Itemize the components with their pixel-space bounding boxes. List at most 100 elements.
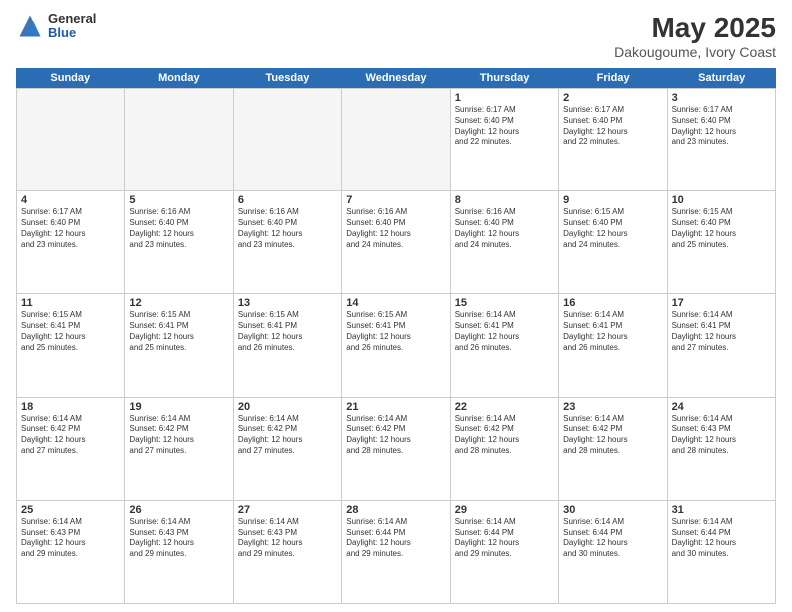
day-number: 6 <box>238 194 337 206</box>
calendar-cell: 24Sunrise: 6:14 AMSunset: 6:43 PMDayligh… <box>668 398 776 501</box>
calendar-cell <box>125 88 233 191</box>
calendar-cell: 31Sunrise: 6:14 AMSunset: 6:44 PMDayligh… <box>668 501 776 604</box>
cell-info: Sunrise: 6:14 AMSunset: 6:43 PMDaylight:… <box>672 414 771 457</box>
main-title: May 2025 <box>614 12 776 44</box>
day-number: 25 <box>21 504 120 516</box>
cell-info: Sunrise: 6:14 AMSunset: 6:44 PMDaylight:… <box>563 517 662 560</box>
calendar-cell: 27Sunrise: 6:14 AMSunset: 6:43 PMDayligh… <box>234 501 342 604</box>
calendar-cell: 19Sunrise: 6:14 AMSunset: 6:42 PMDayligh… <box>125 398 233 501</box>
calendar: SundayMondayTuesdayWednesdayThursdayFrid… <box>16 68 776 604</box>
logo-blue: Blue <box>48 26 96 40</box>
cell-info: Sunrise: 6:14 AMSunset: 6:43 PMDaylight:… <box>21 517 120 560</box>
calendar-cell: 3Sunrise: 6:17 AMSunset: 6:40 PMDaylight… <box>668 88 776 191</box>
calendar-cell: 23Sunrise: 6:14 AMSunset: 6:42 PMDayligh… <box>559 398 667 501</box>
cell-info: Sunrise: 6:14 AMSunset: 6:41 PMDaylight:… <box>672 310 771 353</box>
day-number: 21 <box>346 401 445 413</box>
day-number: 4 <box>21 194 120 206</box>
calendar-week-row: 1Sunrise: 6:17 AMSunset: 6:40 PMDaylight… <box>16 88 776 191</box>
day-number: 24 <box>672 401 771 413</box>
logo-icon <box>16 12 44 40</box>
day-number: 12 <box>129 297 228 309</box>
calendar-cell: 18Sunrise: 6:14 AMSunset: 6:42 PMDayligh… <box>17 398 125 501</box>
cell-info: Sunrise: 6:15 AMSunset: 6:41 PMDaylight:… <box>346 310 445 353</box>
cell-info: Sunrise: 6:16 AMSunset: 6:40 PMDaylight:… <box>129 207 228 250</box>
day-header: Thursday <box>450 68 559 88</box>
day-number: 20 <box>238 401 337 413</box>
day-number: 9 <box>563 194 662 206</box>
calendar-week-row: 18Sunrise: 6:14 AMSunset: 6:42 PMDayligh… <box>16 398 776 501</box>
cell-info: Sunrise: 6:16 AMSunset: 6:40 PMDaylight:… <box>346 207 445 250</box>
cell-info: Sunrise: 6:14 AMSunset: 6:42 PMDaylight:… <box>455 414 554 457</box>
calendar-cell: 21Sunrise: 6:14 AMSunset: 6:42 PMDayligh… <box>342 398 450 501</box>
cell-info: Sunrise: 6:14 AMSunset: 6:41 PMDaylight:… <box>563 310 662 353</box>
calendar-cell: 26Sunrise: 6:14 AMSunset: 6:43 PMDayligh… <box>125 501 233 604</box>
calendar-cell: 8Sunrise: 6:16 AMSunset: 6:40 PMDaylight… <box>451 191 559 294</box>
calendar-cell: 10Sunrise: 6:15 AMSunset: 6:40 PMDayligh… <box>668 191 776 294</box>
day-number: 1 <box>455 92 554 104</box>
cell-info: Sunrise: 6:17 AMSunset: 6:40 PMDaylight:… <box>563 105 662 148</box>
day-header: Tuesday <box>233 68 342 88</box>
calendar-cell: 13Sunrise: 6:15 AMSunset: 6:41 PMDayligh… <box>234 294 342 397</box>
day-number: 31 <box>672 504 771 516</box>
logo: General Blue <box>16 12 96 41</box>
cell-info: Sunrise: 6:17 AMSunset: 6:40 PMDaylight:… <box>672 105 771 148</box>
cell-info: Sunrise: 6:15 AMSunset: 6:41 PMDaylight:… <box>21 310 120 353</box>
day-number: 15 <box>455 297 554 309</box>
calendar-body: 1Sunrise: 6:17 AMSunset: 6:40 PMDaylight… <box>16 88 776 604</box>
calendar-cell: 16Sunrise: 6:14 AMSunset: 6:41 PMDayligh… <box>559 294 667 397</box>
calendar-cell: 20Sunrise: 6:14 AMSunset: 6:42 PMDayligh… <box>234 398 342 501</box>
day-number: 18 <box>21 401 120 413</box>
calendar-cell: 4Sunrise: 6:17 AMSunset: 6:40 PMDaylight… <box>17 191 125 294</box>
calendar-cell: 2Sunrise: 6:17 AMSunset: 6:40 PMDaylight… <box>559 88 667 191</box>
cell-info: Sunrise: 6:16 AMSunset: 6:40 PMDaylight:… <box>455 207 554 250</box>
day-header: Sunday <box>16 68 125 88</box>
subtitle: Dakougoume, Ivory Coast <box>614 44 776 60</box>
logo-general: General <box>48 12 96 26</box>
day-number: 23 <box>563 401 662 413</box>
header: General Blue May 2025 Dakougoume, Ivory … <box>16 12 776 60</box>
day-number: 30 <box>563 504 662 516</box>
calendar-cell: 6Sunrise: 6:16 AMSunset: 6:40 PMDaylight… <box>234 191 342 294</box>
day-header: Wednesday <box>342 68 451 88</box>
cell-info: Sunrise: 6:17 AMSunset: 6:40 PMDaylight:… <box>455 105 554 148</box>
cell-info: Sunrise: 6:14 AMSunset: 6:44 PMDaylight:… <box>455 517 554 560</box>
calendar-cell: 14Sunrise: 6:15 AMSunset: 6:41 PMDayligh… <box>342 294 450 397</box>
cell-info: Sunrise: 6:14 AMSunset: 6:44 PMDaylight:… <box>346 517 445 560</box>
day-number: 3 <box>672 92 771 104</box>
cell-info: Sunrise: 6:14 AMSunset: 6:42 PMDaylight:… <box>129 414 228 457</box>
cell-info: Sunrise: 6:14 AMSunset: 6:43 PMDaylight:… <box>238 517 337 560</box>
cell-info: Sunrise: 6:15 AMSunset: 6:40 PMDaylight:… <box>563 207 662 250</box>
day-header: Saturday <box>667 68 776 88</box>
calendar-cell: 12Sunrise: 6:15 AMSunset: 6:41 PMDayligh… <box>125 294 233 397</box>
day-number: 28 <box>346 504 445 516</box>
calendar-week-row: 11Sunrise: 6:15 AMSunset: 6:41 PMDayligh… <box>16 294 776 397</box>
cell-info: Sunrise: 6:14 AMSunset: 6:42 PMDaylight:… <box>346 414 445 457</box>
day-header: Friday <box>559 68 668 88</box>
day-number: 2 <box>563 92 662 104</box>
calendar-cell: 22Sunrise: 6:14 AMSunset: 6:42 PMDayligh… <box>451 398 559 501</box>
cell-info: Sunrise: 6:15 AMSunset: 6:40 PMDaylight:… <box>672 207 771 250</box>
day-number: 11 <box>21 297 120 309</box>
calendar-cell: 29Sunrise: 6:14 AMSunset: 6:44 PMDayligh… <box>451 501 559 604</box>
calendar-cell: 5Sunrise: 6:16 AMSunset: 6:40 PMDaylight… <box>125 191 233 294</box>
cell-info: Sunrise: 6:14 AMSunset: 6:41 PMDaylight:… <box>455 310 554 353</box>
calendar-cell: 9Sunrise: 6:15 AMSunset: 6:40 PMDaylight… <box>559 191 667 294</box>
day-number: 27 <box>238 504 337 516</box>
calendar-cell: 17Sunrise: 6:14 AMSunset: 6:41 PMDayligh… <box>668 294 776 397</box>
day-number: 29 <box>455 504 554 516</box>
cell-info: Sunrise: 6:14 AMSunset: 6:42 PMDaylight:… <box>563 414 662 457</box>
day-number: 17 <box>672 297 771 309</box>
day-number: 16 <box>563 297 662 309</box>
day-header: Monday <box>125 68 234 88</box>
calendar-cell: 1Sunrise: 6:17 AMSunset: 6:40 PMDaylight… <box>451 88 559 191</box>
calendar-cell <box>342 88 450 191</box>
calendar-cell: 25Sunrise: 6:14 AMSunset: 6:43 PMDayligh… <box>17 501 125 604</box>
calendar-week-row: 4Sunrise: 6:17 AMSunset: 6:40 PMDaylight… <box>16 191 776 294</box>
calendar-cell <box>17 88 125 191</box>
day-number: 7 <box>346 194 445 206</box>
cell-info: Sunrise: 6:14 AMSunset: 6:42 PMDaylight:… <box>21 414 120 457</box>
cell-info: Sunrise: 6:15 AMSunset: 6:41 PMDaylight:… <box>129 310 228 353</box>
logo-text: General Blue <box>48 12 96 41</box>
cell-info: Sunrise: 6:15 AMSunset: 6:41 PMDaylight:… <box>238 310 337 353</box>
calendar-cell: 28Sunrise: 6:14 AMSunset: 6:44 PMDayligh… <box>342 501 450 604</box>
